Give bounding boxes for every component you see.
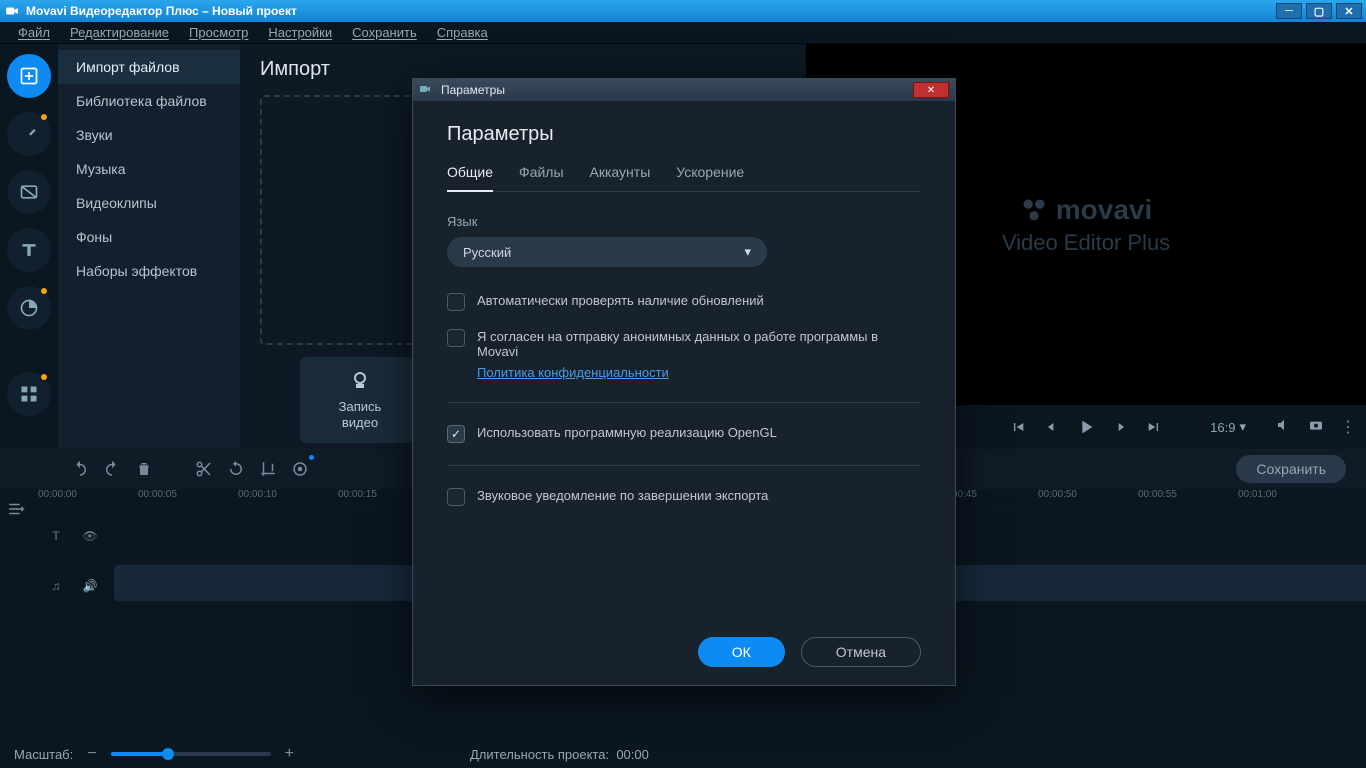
tool-import[interactable]: [7, 54, 51, 98]
checkbox-icon[interactable]: [447, 488, 465, 506]
import-item-effect-packs[interactable]: Наборы эффектов: [58, 254, 240, 288]
dialog-heading: Параметры: [447, 123, 921, 146]
player-skip-end-button[interactable]: [1141, 414, 1167, 440]
import-item-sounds[interactable]: Звуки: [58, 118, 240, 152]
cancel-button[interactable]: Отмена: [801, 637, 921, 667]
status-bar: Масштаб: − + Длительность проекта: 00:00: [0, 740, 1366, 768]
delete-button[interactable]: [128, 453, 160, 485]
record-tile-line1: Запись: [339, 399, 382, 415]
dialog-title: Параметры: [441, 83, 505, 97]
record-tile-line2: видео: [339, 415, 382, 431]
tab-acceleration[interactable]: Ускорение: [676, 164, 744, 191]
player-frame-fwd-button[interactable]: [1107, 414, 1133, 440]
chevron-down-icon: ▾: [1239, 419, 1246, 435]
divider: [447, 402, 921, 403]
dialog-close-button[interactable]: ✕: [913, 82, 949, 98]
app-icon: [4, 4, 20, 18]
privacy-policy-link[interactable]: Политика конфиденциальности: [477, 365, 921, 380]
dialog-app-icon: [419, 83, 435, 98]
window-maximize-button[interactable]: ▢: [1306, 3, 1332, 19]
check-export-sound[interactable]: Звуковое уведомление по завершении экспо…: [447, 488, 921, 506]
eye-icon[interactable]: 👁: [82, 529, 97, 543]
menu-settings[interactable]: Настройки: [258, 25, 342, 40]
text-icon: T: [52, 529, 59, 543]
menu-help[interactable]: Справка: [427, 25, 498, 40]
import-item-library[interactable]: Библиотека файлов: [58, 84, 240, 118]
undo-button[interactable]: [64, 453, 96, 485]
color-adjust-button[interactable]: [284, 453, 316, 485]
tool-stickers[interactable]: [7, 286, 51, 330]
language-label: Язык: [447, 214, 921, 229]
project-duration: Длительность проекта: 00:00: [470, 747, 649, 762]
movavi-logo-icon: [1020, 196, 1048, 224]
window-minimize-button[interactable]: ─: [1276, 3, 1302, 19]
menu-view[interactable]: Просмотр: [179, 25, 258, 40]
ok-button[interactable]: ОК: [698, 637, 785, 667]
dialog-tabs: Общие Файлы Аккаунты Ускорение: [447, 164, 921, 192]
chevron-down-icon: ▾: [744, 244, 751, 260]
checkbox-icon[interactable]: [447, 293, 465, 311]
menu-save[interactable]: Сохранить: [342, 25, 427, 40]
import-item-files[interactable]: Импорт файлов: [58, 50, 240, 84]
redo-button[interactable]: [96, 453, 128, 485]
player-volume-button[interactable]: [1276, 417, 1292, 438]
timeline-left-gutter: [0, 489, 32, 740]
tool-transitions[interactable]: [7, 170, 51, 214]
rotate-button[interactable]: [220, 453, 252, 485]
language-select[interactable]: Русский ▾: [447, 237, 767, 267]
zoom-label: Масштаб:: [14, 747, 73, 762]
zoom-slider[interactable]: [111, 752, 271, 756]
check-opengl[interactable]: Использовать программную реализацию Open…: [447, 425, 921, 443]
tool-more-apps[interactable]: [7, 372, 51, 416]
menu-edit[interactable]: Редактирование: [60, 25, 179, 40]
check-auto-update[interactable]: Автоматически проверять наличие обновлен…: [447, 293, 921, 311]
import-item-music[interactable]: Музыка: [58, 152, 240, 186]
preview-subtitle: Video Editor Plus: [1002, 230, 1170, 256]
tab-general[interactable]: Общие: [447, 164, 493, 192]
menu-bar: Файл Редактирование Просмотр Настройки С…: [0, 22, 1366, 44]
camera-icon: [348, 369, 372, 393]
settings-dialog: Параметры ✕ Параметры Общие Файлы Аккаун…: [412, 78, 956, 686]
player-frame-back-button[interactable]: [1039, 414, 1065, 440]
menu-file[interactable]: Файл: [8, 25, 60, 40]
badge-dot: [41, 114, 47, 120]
window-close-button[interactable]: ✕: [1336, 3, 1362, 19]
cut-button[interactable]: [188, 453, 220, 485]
import-item-videoclips[interactable]: Видеоклипы: [58, 186, 240, 220]
crop-button[interactable]: [252, 453, 284, 485]
record-video-tile[interactable]: Запись видео: [300, 357, 420, 443]
import-item-backgrounds[interactable]: Фоны: [58, 220, 240, 254]
preview-brand-logo: movavi: [1020, 194, 1153, 226]
aspect-ratio-selector[interactable]: 16:9 ▾: [1210, 419, 1246, 435]
player-skip-start-button[interactable]: [1005, 414, 1031, 440]
window-titlebar: Movavi Видеоредактор Плюс – Новый проект…: [0, 0, 1366, 22]
player-play-button[interactable]: [1073, 414, 1099, 440]
tool-filters[interactable]: [7, 112, 51, 156]
player-snapshot-button[interactable]: [1308, 417, 1324, 438]
badge-dot: [41, 374, 47, 380]
tool-titles[interactable]: [7, 228, 51, 272]
divider: [447, 465, 921, 466]
checkbox-icon[interactable]: [447, 425, 465, 443]
tool-strip: [0, 44, 58, 449]
import-category-list: Импорт файлов Библиотека файлов Звуки Му…: [58, 44, 240, 449]
window-title: Movavi Видеоредактор Плюс – Новый проект: [26, 4, 1276, 18]
player-menu-button[interactable]: ⋮: [1340, 417, 1356, 437]
checkbox-icon[interactable]: [447, 329, 465, 347]
tab-files[interactable]: Файлы: [519, 164, 563, 191]
zoom-out-button[interactable]: −: [87, 745, 96, 763]
badge-dot: [309, 455, 314, 460]
language-value: Русский: [463, 245, 511, 260]
check-consent[interactable]: Я согласен на отправку анонимных данных …: [447, 329, 921, 359]
zoom-in-button[interactable]: +: [285, 745, 294, 763]
tab-accounts[interactable]: Аккаунты: [590, 164, 651, 191]
dialog-titlebar[interactable]: Параметры ✕: [413, 79, 955, 101]
add-track-button[interactable]: [0, 493, 32, 525]
export-save-button[interactable]: Сохранить: [1236, 455, 1346, 483]
badge-dot: [41, 288, 47, 294]
